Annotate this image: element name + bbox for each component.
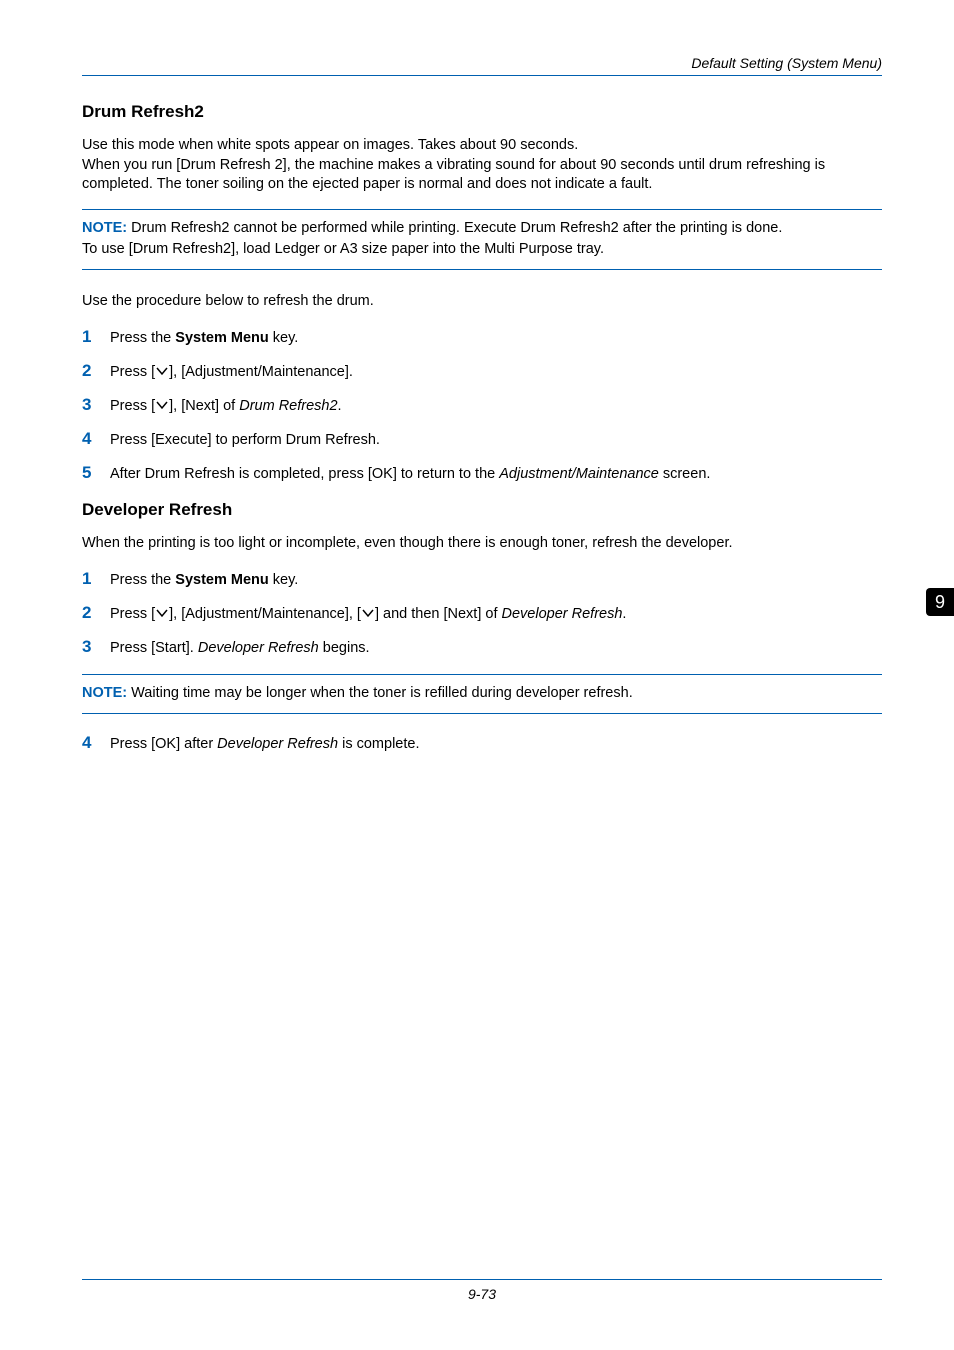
note-text-line2: To use [Drum Refresh2], load Ledger or A… [82, 241, 604, 257]
chapter-tab: 9 [926, 588, 954, 616]
step-body: Press [Execute] to perform Drum Refresh. [110, 431, 882, 450]
step-number: 2 [82, 360, 110, 382]
intro-paragraph-2: When the printing is too light or incomp… [82, 534, 882, 554]
section-heading-drum-refresh2: Drum Refresh2 [82, 102, 882, 122]
steps-list-2: 1 Press the System Menu key. 2 Press [],… [82, 568, 882, 658]
step-body: Press [Start]. Developer Refresh begins. [110, 639, 882, 658]
step-1: 1 Press the System Menu key. [82, 568, 882, 590]
step-3: 3 Press [Start]. Developer Refresh begin… [82, 636, 882, 658]
step-3: 3 Press [], [Next] of Drum Refresh2. [82, 394, 882, 416]
step-number: 2 [82, 602, 110, 624]
note-box-1: NOTE: Drum Refresh2 cannot be performed … [82, 209, 882, 271]
note-text: Waiting time may be longer when the tone… [127, 685, 633, 701]
page-header: Default Setting (System Menu) [82, 55, 882, 76]
step-body: Press the System Menu key. [110, 329, 882, 348]
step-body: Press the System Menu key. [110, 571, 882, 590]
chevron-down-icon [156, 367, 168, 376]
step-number: 1 [82, 568, 110, 590]
note-label: NOTE: [82, 220, 127, 236]
step-body: Press [], [Adjustment/Maintenance], [] a… [110, 605, 882, 624]
chevron-down-icon [156, 609, 168, 618]
page-footer: 9-73 [82, 1279, 882, 1302]
step-number: 1 [82, 326, 110, 348]
step-number: 4 [82, 428, 110, 450]
step-2: 2 Press [], [Adjustment/Maintenance], []… [82, 602, 882, 624]
step-body: Press [], [Next] of Drum Refresh2. [110, 397, 882, 416]
step-number: 4 [82, 732, 110, 754]
step-number: 3 [82, 394, 110, 416]
steps-list-2-cont: 4 Press [OK] after Developer Refresh is … [82, 732, 882, 754]
step-number: 5 [82, 462, 110, 484]
chevron-down-icon [156, 401, 168, 410]
procedure-text: Use the procedure below to refresh the d… [82, 292, 882, 312]
step-number: 3 [82, 636, 110, 658]
step-2: 2 Press [], [Adjustment/Maintenance]. [82, 360, 882, 382]
section-heading-developer-refresh: Developer Refresh [82, 500, 882, 520]
note-text-line1: Drum Refresh2 cannot be performed while … [127, 220, 782, 236]
note-box-2: NOTE: Waiting time may be longer when th… [82, 674, 882, 714]
step-body: Press [OK] after Developer Refresh is co… [110, 735, 882, 754]
step-4: 4 Press [Execute] to perform Drum Refres… [82, 428, 882, 450]
intro-paragraph: Use this mode when white spots appear on… [82, 136, 882, 195]
step-body: After Drum Refresh is completed, press [… [110, 465, 882, 484]
page: Default Setting (System Menu) Drum Refre… [0, 0, 954, 1350]
step-4: 4 Press [OK] after Developer Refresh is … [82, 732, 882, 754]
chevron-down-icon [362, 609, 374, 618]
note-label: NOTE: [82, 685, 127, 701]
step-body: Press [], [Adjustment/Maintenance]. [110, 363, 882, 382]
steps-list-1: 1 Press the System Menu key. 2 Press [],… [82, 326, 882, 484]
step-5: 5 After Drum Refresh is completed, press… [82, 462, 882, 484]
step-1: 1 Press the System Menu key. [82, 326, 882, 348]
